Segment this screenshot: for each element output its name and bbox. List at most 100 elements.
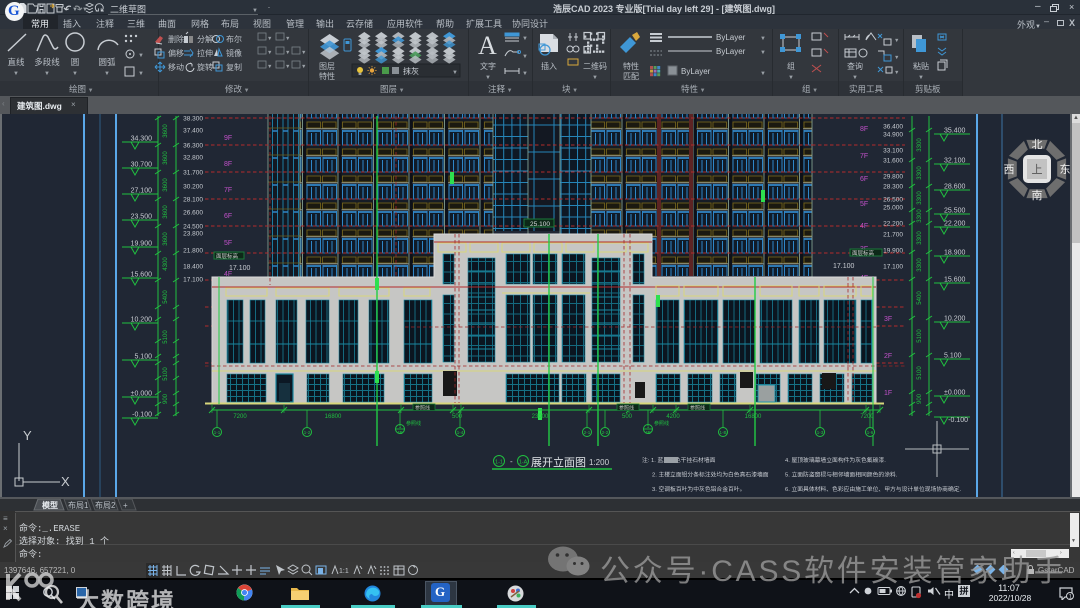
svg-text:18.400: 18.400 xyxy=(183,264,203,271)
svg-text:组: 组 xyxy=(787,61,795,71)
svg-text:1-3: 1-3 xyxy=(817,430,824,435)
svg-text:▼: ▼ xyxy=(285,50,290,56)
svg-text:25.000: 25.000 xyxy=(883,205,903,212)
svg-text:4300: 4300 xyxy=(163,257,169,271)
svg-text:1-1: 1-1 xyxy=(495,460,503,466)
svg-text:ˇ: ˇ xyxy=(268,8,270,14)
svg-text:参照线: 参照线 xyxy=(406,420,421,427)
svg-text:▼: ▼ xyxy=(285,36,290,42)
svg-text:32.800: 32.800 xyxy=(183,155,203,162)
svg-text:▼: ▼ xyxy=(104,71,110,77)
svg-text:35.400: 35.400 xyxy=(944,128,966,135)
svg-text:10.200: 10.200 xyxy=(131,317,153,324)
svg-text:拉伸: 拉伸 xyxy=(197,48,213,58)
svg-text:27.100: 27.100 xyxy=(131,188,153,195)
svg-text:15.600: 15.600 xyxy=(131,272,153,279)
svg-text:特性: 特性 xyxy=(623,61,639,71)
svg-text:西: 西 xyxy=(1004,164,1015,176)
svg-text:5F: 5F xyxy=(224,240,232,247)
svg-text:25.500: 25.500 xyxy=(944,208,966,215)
svg-text:布局2: 布局2 xyxy=(95,500,116,510)
svg-text:删除: 删除 xyxy=(168,34,184,44)
svg-text:26.500: 26.500 xyxy=(883,197,903,204)
svg-text:34.300: 34.300 xyxy=(131,136,153,143)
svg-text:4B: 4B xyxy=(645,430,651,435)
svg-text:▼: ▼ xyxy=(44,71,50,77)
svg-text:36.400: 36.400 xyxy=(883,124,903,131)
svg-text:参照线: 参照线 xyxy=(690,405,705,412)
svg-text:▼: ▼ xyxy=(13,71,19,77)
svg-text:-0.100: -0.100 xyxy=(132,412,152,419)
svg-text:多段线: 多段线 xyxy=(34,57,60,67)
svg-text:3600: 3600 xyxy=(163,124,169,138)
svg-text:匹配: 匹配 xyxy=(623,72,639,81)
svg-text:5F: 5F xyxy=(860,201,868,208)
svg-text:26.600: 26.600 xyxy=(183,210,203,217)
svg-text:▼: ▼ xyxy=(894,70,899,76)
svg-text:-: - xyxy=(510,457,513,466)
svg-text:17.100: 17.100 xyxy=(229,265,251,272)
svg-text:北: 北 xyxy=(1032,138,1043,151)
svg-text:7200: 7200 xyxy=(860,414,874,420)
svg-text:3600: 3600 xyxy=(163,205,169,219)
svg-text:面层标高: 面层标高 xyxy=(216,252,239,260)
svg-text:2. 主楼立面铝分条标注处均为白色真石漆墙面: 2. 主楼立面铝分条标注处均为白色真石漆墙面 xyxy=(652,471,769,479)
svg-text:文字: 文字 xyxy=(480,61,496,71)
svg-text:▼: ▼ xyxy=(918,75,924,81)
svg-text:特性: 特性 xyxy=(319,71,335,81)
svg-text:32.100: 32.100 xyxy=(944,158,966,165)
svg-text:5100: 5100 xyxy=(917,329,923,343)
svg-text:17.100: 17.100 xyxy=(183,277,203,284)
svg-text:ByLayer: ByLayer xyxy=(681,67,711,76)
svg-text:查询: 查询 xyxy=(847,61,863,71)
svg-text:▼: ▼ xyxy=(72,71,78,77)
svg-text:▼: ▼ xyxy=(788,75,794,81)
svg-text:1-6: 1-6 xyxy=(867,430,874,435)
svg-text:4200: 4200 xyxy=(666,414,680,420)
svg-text:▼: ▼ xyxy=(72,7,78,13)
svg-text:▼: ▼ xyxy=(267,50,272,56)
svg-text:ByLayer: ByLayer xyxy=(716,33,746,42)
svg-text:镜像: 镜像 xyxy=(226,48,242,58)
svg-text:▼: ▼ xyxy=(894,55,899,61)
svg-text:19.900: 19.900 xyxy=(883,248,903,255)
svg-text:南: 南 xyxy=(1032,189,1043,202)
svg-text:直线: 直线 xyxy=(7,57,25,67)
svg-text:▼: ▼ xyxy=(760,36,766,42)
svg-text:1-A: 1-A xyxy=(519,460,528,466)
svg-text:▼: ▼ xyxy=(301,64,306,70)
svg-text:复制: 复制 xyxy=(226,62,242,72)
svg-text:21.800: 21.800 xyxy=(183,248,203,255)
svg-text:4B: 4B xyxy=(397,430,403,435)
svg-text:24.500: 24.500 xyxy=(183,224,203,231)
svg-text:4F: 4F xyxy=(860,223,868,230)
svg-text:1-2: 1-2 xyxy=(304,430,311,435)
svg-text:圆弧: 圆弧 xyxy=(98,57,116,67)
svg-text:10.200: 10.200 xyxy=(944,316,966,323)
svg-text:3300: 3300 xyxy=(917,191,923,205)
svg-text:3. 空调板百叶为中灰色铝合金百叶。: 3. 空调板百叶为中灰色铝合金百叶。 xyxy=(652,485,745,493)
svg-text:8F: 8F xyxy=(224,161,232,168)
svg-text:粘贴: 粘贴 xyxy=(913,61,929,71)
svg-text:17.100: 17.100 xyxy=(833,263,855,270)
svg-text:5. 立面防盗窗棂与相邻墙面相同颜色的涂料.: 5. 立面防盗窗棂与相邻墙面相同颜色的涂料. xyxy=(785,471,898,479)
svg-text:900: 900 xyxy=(917,393,923,404)
svg-text:23.500: 23.500 xyxy=(131,214,153,221)
svg-text:注: 1. 蓝牙白色干挂石材墙面: 注: 1. 蓝牙白色干挂石材墙面 xyxy=(642,456,716,464)
svg-text:2-1: 2-1 xyxy=(584,430,591,435)
svg-text:+: + xyxy=(123,501,128,510)
svg-text:17.100: 17.100 xyxy=(883,264,903,271)
svg-text:6F: 6F xyxy=(224,213,232,220)
svg-text:Y: Y xyxy=(23,428,32,443)
svg-text:-0.100: -0.100 xyxy=(948,417,968,424)
svg-text:31.600: 31.600 xyxy=(883,158,903,165)
svg-text:22.200: 22.200 xyxy=(883,221,903,228)
svg-text:5.100: 5.100 xyxy=(944,353,962,360)
svg-text:模型: 模型 xyxy=(42,500,58,510)
svg-text:偏移: 偏移 xyxy=(168,48,184,58)
svg-text:布局1: 布局1 xyxy=(68,500,89,510)
svg-text:二维草图: 二维草图 xyxy=(110,4,146,15)
svg-text:37.400: 37.400 xyxy=(183,128,203,135)
svg-text:5100: 5100 xyxy=(163,367,169,381)
svg-text:东: 东 xyxy=(1060,163,1071,176)
